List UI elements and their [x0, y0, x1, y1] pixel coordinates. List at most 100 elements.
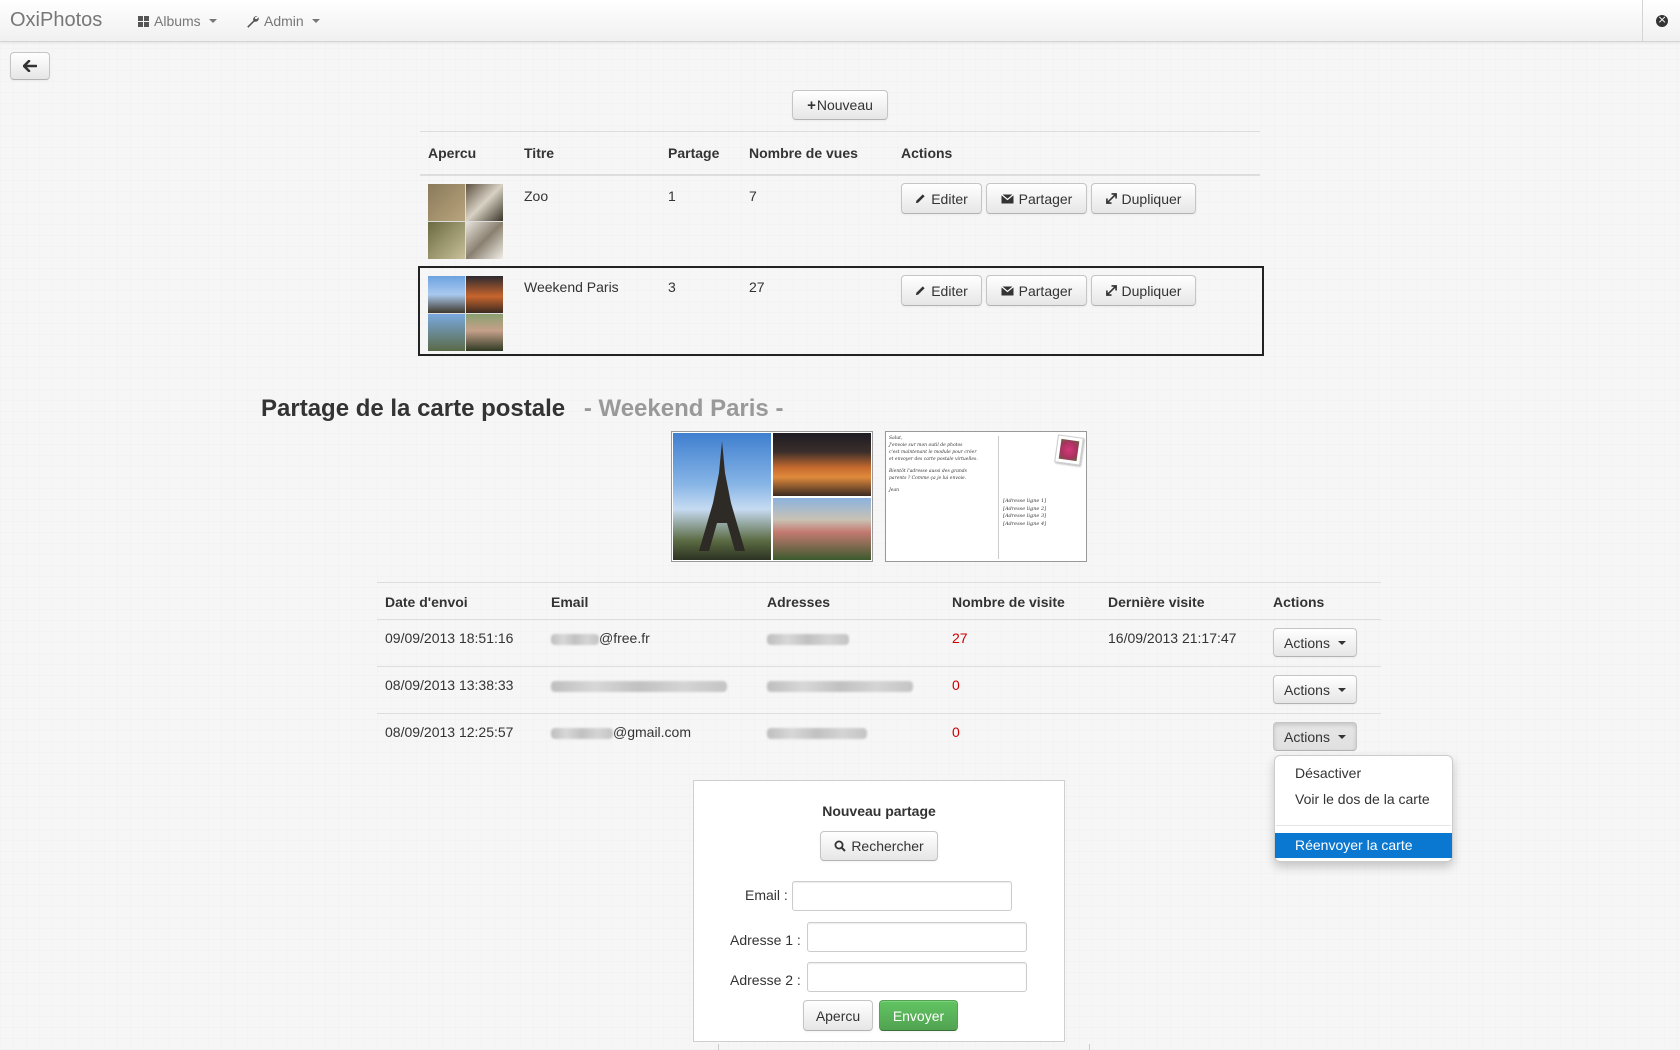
actions-dropdown-menu: Désactiver Voir le dos de la carte Réenv…: [1274, 755, 1453, 862]
albums-menu-label: Albums: [154, 13, 201, 29]
row-actions-button-open[interactable]: Actions: [1273, 722, 1357, 751]
chevron-down-icon: [1337, 734, 1346, 739]
wrench-icon: [247, 15, 259, 28]
share-email-domain: @gmail.com: [613, 724, 692, 740]
postcard-line: parents ? Comme ça je lui envoie.: [889, 476, 967, 481]
row-actions-label: Actions: [1284, 728, 1330, 745]
albums-table: Apercu Titre Partage Nombre de vues Acti…: [418, 131, 1264, 356]
row-actions-button[interactable]: Actions: [1273, 675, 1357, 704]
logout-button[interactable]: [1642, 0, 1680, 42]
postcard-line: Bientôt l'adresse aussi des grands: [889, 469, 967, 474]
plus-icon: +: [807, 96, 816, 114]
table-row-selected[interactable]: Weekend Paris 3 27 Editer Partager Dupli…: [418, 266, 1264, 356]
share-title-text: Partage de la carte postale: [261, 395, 566, 422]
menu-divider: [1276, 825, 1451, 826]
edit-button[interactable]: Editer: [901, 275, 982, 306]
album-shares: 1: [668, 188, 676, 204]
album-views: 7: [749, 188, 757, 204]
share-album-name: - Weekend Paris -: [583, 395, 784, 422]
edit-button-label: Editer: [931, 282, 968, 299]
postcard-line: c'est maintenant le module pour créer: [889, 450, 977, 455]
close-circle-icon: [1655, 14, 1668, 27]
shares-table-header: Date d'envoi Email Adresses Nombre de vi…: [377, 583, 1381, 620]
share-email-domain: @free.fr: [599, 630, 650, 646]
pencil-icon: [916, 286, 925, 296]
share-email: @free.fr: [551, 630, 650, 646]
redacted-address: [767, 634, 849, 645]
stamp-icon: [1054, 434, 1084, 466]
postcard-address-line: [Adresse ligne 2]: [1003, 505, 1047, 512]
table-row[interactable]: 09/09/2013 18:51:16 @free.fr 27 16/09/20…: [377, 620, 1381, 667]
redacted-address: [767, 728, 867, 739]
postcard-line: Salut,: [889, 436, 903, 441]
col-header-date: Date d'envoi: [385, 594, 468, 610]
address1-field[interactable]: [807, 922, 1027, 952]
album-thumbnail: [428, 276, 503, 351]
duplicate-button[interactable]: Dupliquer: [1091, 183, 1196, 214]
eiffel-tower-shape: [699, 441, 745, 551]
resize-icon: [1105, 193, 1117, 204]
search-icon: [834, 840, 847, 852]
albums-menu[interactable]: Albums: [138, 13, 217, 29]
col-header-apercu: Apercu: [428, 145, 477, 161]
share-date: 09/09/2013 18:51:16: [385, 630, 514, 646]
col-header-addresses: Adresses: [767, 594, 831, 610]
top-navbar: OxiPhotos Albums Admin: [0, 0, 1680, 42]
table-row[interactable]: 08/09/2013 13:38:33 0 Actions: [377, 667, 1381, 714]
postcard-line: Jean: [889, 488, 900, 493]
search-contact-button[interactable]: Rechercher: [820, 831, 938, 861]
redacted-email: [551, 681, 727, 692]
share-button[interactable]: Partager: [986, 275, 1087, 306]
menu-item-resend[interactable]: Réenvoyer la carte: [1275, 833, 1452, 858]
table-row[interactable]: Zoo 1 7 Editer Partager Dupliquer: [420, 176, 1260, 266]
table-row[interactable]: 08/09/2013 12:25:57 @gmail.com 0 Actions: [377, 714, 1381, 761]
address2-field-label: Adresse 2 :: [730, 972, 801, 988]
col-header-actions: Actions: [901, 145, 953, 161]
email-field[interactable]: [792, 881, 1012, 911]
postcard-message: Salut, J'envoie sur mon outil de photos …: [889, 435, 989, 494]
edit-button[interactable]: Editer: [901, 183, 982, 214]
menu-item-view-back[interactable]: Voir le dos de la carte: [1275, 787, 1452, 812]
admin-menu[interactable]: Admin: [246, 13, 320, 29]
preview-button-label: Apercu: [815, 1007, 861, 1024]
new-share-panel: Nouveau partage Rechercher Email : Adres…: [693, 780, 1065, 1042]
postcard-address: [Adresse ligne 1] [Adresse ligne 2] [Adr…: [1003, 498, 1046, 528]
share-last-visit: 16/09/2013 21:17:47: [1108, 630, 1237, 646]
redacted-text: [551, 727, 613, 739]
album-shares: 3: [668, 279, 676, 295]
grid-icon: [138, 15, 149, 27]
album-views: 27: [749, 279, 765, 295]
col-header-partage: Partage: [668, 145, 720, 161]
redacted-address: [767, 681, 913, 692]
resize-icon: [1105, 285, 1117, 296]
duplicate-button-label: Dupliquer: [1121, 190, 1182, 207]
send-button[interactable]: Envoyer: [879, 1000, 958, 1031]
preview-button[interactable]: Apercu: [803, 1000, 873, 1031]
back-button[interactable]: [10, 52, 50, 80]
postcard-line: et envoyer des carte postale virtuelles.: [889, 457, 978, 462]
duplicate-button[interactable]: Dupliquer: [1091, 275, 1196, 306]
redacted-text: [551, 633, 599, 645]
album-title: Zoo: [524, 188, 549, 204]
chevron-down-icon: [1337, 640, 1346, 645]
address2-field[interactable]: [807, 962, 1027, 992]
share-button[interactable]: Partager: [986, 183, 1087, 214]
share-button-label: Partager: [1018, 282, 1073, 299]
brand-logo[interactable]: OxiPhotos: [10, 9, 102, 32]
postcard-address-line: [Adresse ligne 4]: [1003, 520, 1047, 527]
address1-field-label: Adresse 1 :: [730, 932, 801, 948]
new-postcard-label: Nouveau: [816, 97, 873, 113]
postcard-divider: [998, 436, 999, 559]
new-postcard-button[interactable]: + Nouveau: [792, 90, 888, 120]
menu-item-deactivate[interactable]: Désactiver: [1275, 761, 1452, 786]
album-thumbnail: [428, 184, 503, 259]
col-header-actions: Actions: [1273, 594, 1325, 610]
search-contact-label: Rechercher: [851, 838, 924, 854]
postcard-line: J'envoie sur mon outil de photos: [889, 443, 963, 448]
share-visit-count: 27: [952, 630, 968, 646]
col-header-visits: Nombre de visite: [952, 594, 1065, 610]
share-email: @gmail.com: [551, 724, 691, 740]
row-actions-button[interactable]: Actions: [1273, 628, 1357, 657]
col-header-vues: Nombre de vues: [749, 145, 858, 161]
postcard-address-line: [Adresse ligne 3]: [1003, 513, 1047, 519]
